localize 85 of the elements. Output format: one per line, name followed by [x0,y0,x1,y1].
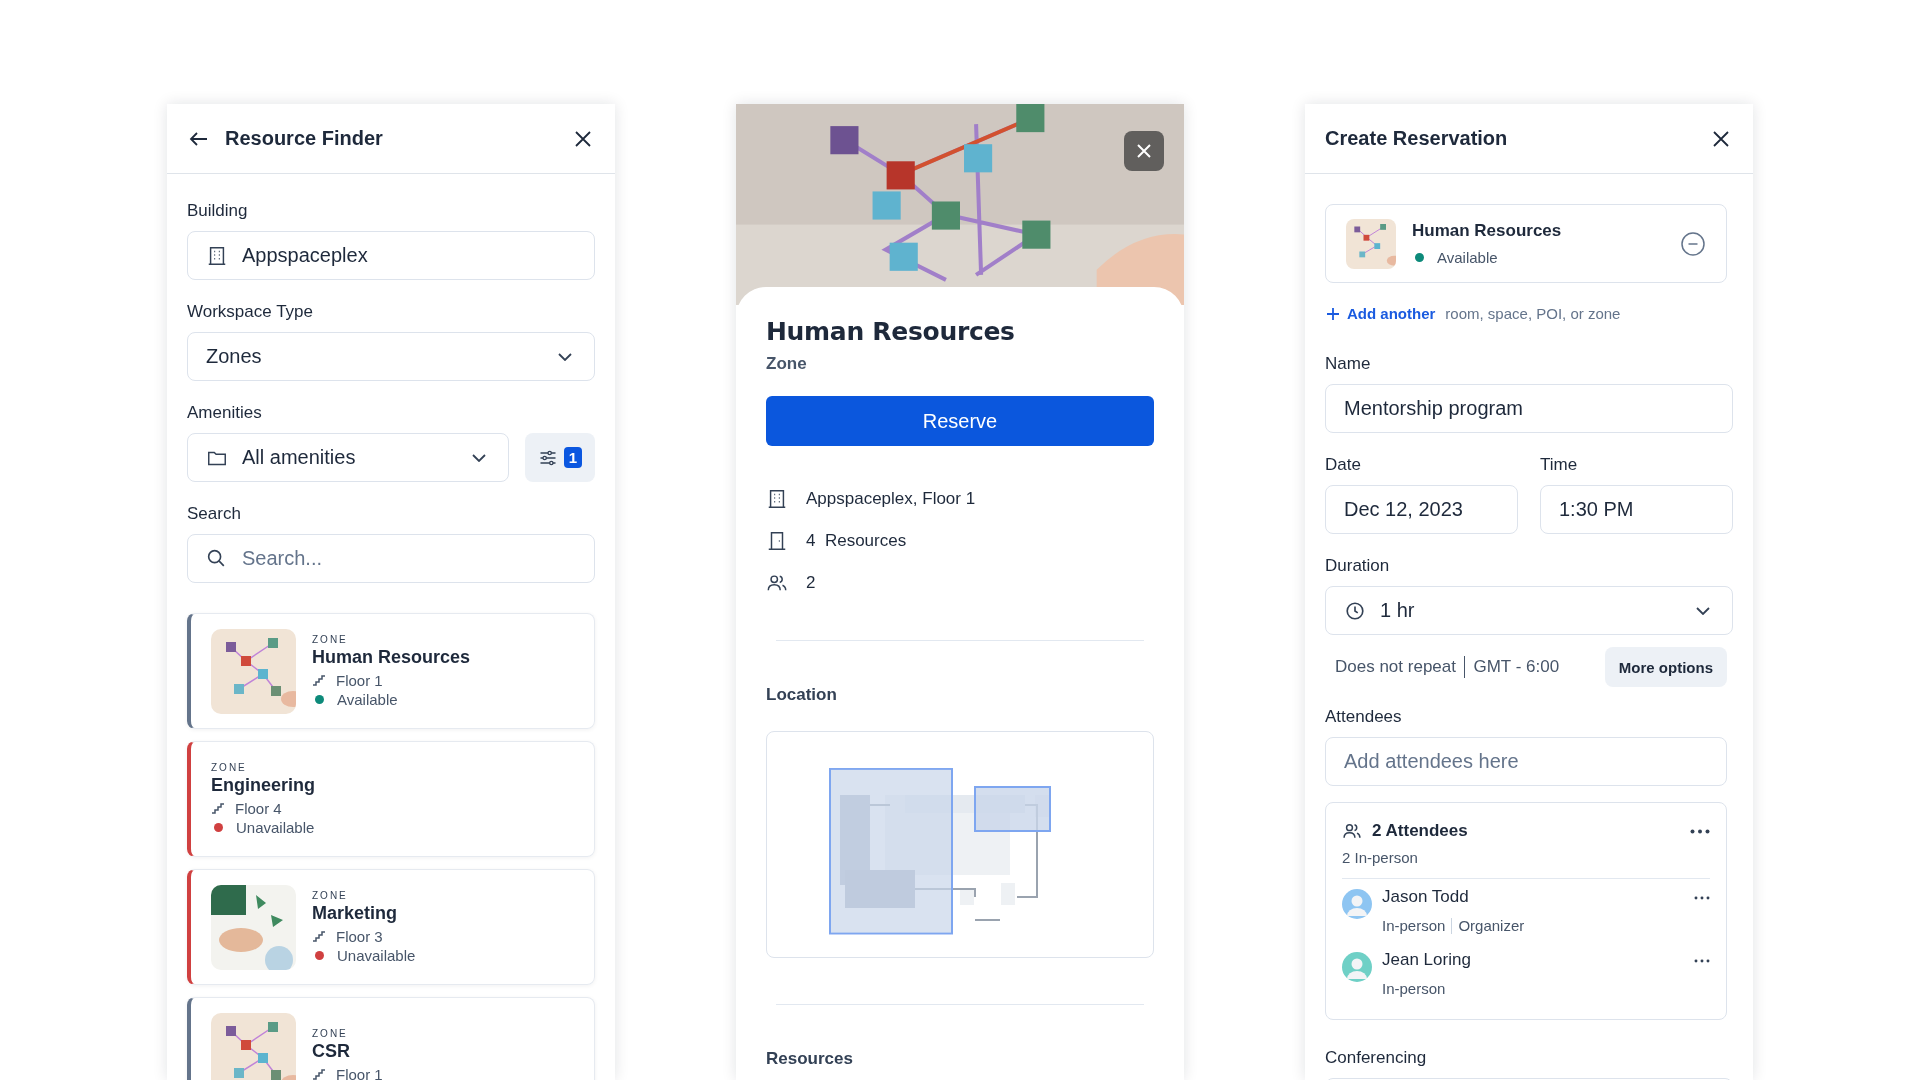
resource-type-label: ZONE [312,890,349,901]
attendee-name: Jean Loring [1382,950,1472,970]
field-label: Attendees [1325,707,1402,727]
result-card[interactable]: ZONE Human Resources Floor 1 Available [187,613,595,729]
info-text: Appspaceplex, Floor 1 [806,489,976,509]
close-button[interactable] [1124,131,1164,171]
stairs-icon [312,1068,326,1080]
stairs-icon [312,675,326,686]
search-icon [205,547,227,569]
avatar [1342,889,1372,919]
field-label: Time [1540,455,1578,475]
floor-text: Floor 3 [336,928,383,945]
field-label: Workspace Type [187,302,313,322]
repeat-text: Does not repeat [1335,657,1456,677]
resource-type-label: ZONE [312,634,349,645]
floor-text: Floor 1 [336,672,383,689]
result-card[interactable]: ZONE Engineering Floor 4 Unavailable [187,741,595,857]
status-text: Available [337,691,398,708]
workspace-type-dropdown[interactable]: Zones [187,332,595,381]
timezone-text: GMT - 6:00 [1473,657,1560,677]
panel-title: Resource Finder [225,127,384,150]
attendees-field[interactable]: Add attendees here [1325,737,1727,786]
people-icon [1342,821,1362,841]
filter-count-badge: 1 [563,447,583,468]
resource-type-label: ZONE [211,762,248,773]
search-field[interactable]: Search... [187,534,595,583]
field-label: Amenities [187,403,262,423]
attendee-role: In-person [1382,980,1446,997]
date-field[interactable]: Dec 12, 2023 [1325,485,1518,534]
chevron-down-icon [1696,606,1710,615]
attendee-name: Jason Todd [1382,887,1470,907]
status-text: Unavailable [236,819,315,836]
clock-icon [1344,599,1366,622]
status-text: Available [1437,249,1498,266]
building-icon [766,488,788,510]
building-field[interactable]: Appspaceplex [187,231,595,280]
status-text: Unavailable [337,947,416,964]
field-label: Conferencing [1325,1048,1427,1068]
field-label: Date [1325,455,1361,475]
avatar [1342,952,1372,982]
field-label: Duration [1325,556,1390,576]
chevron-down-icon [558,352,572,361]
reserve-button[interactable]: Reserve [766,396,1154,446]
amenities-dropdown[interactable]: All amenities [187,433,509,482]
result-card[interactable]: ZONE CSR Floor 1 [187,997,595,1080]
more-options-button[interactable]: More options [1604,647,1727,687]
more-icon[interactable] [1690,828,1710,834]
section-heading: Resources [766,1049,853,1069]
resource-name: Engineering [211,775,315,796]
stairs-icon [211,803,225,814]
chevron-down-icon [472,453,486,462]
resource-name: Marketing [312,903,399,924]
info-text: 4 Resources [806,531,907,551]
floor-text: Floor 4 [235,800,282,817]
result-card[interactable]: ZONE Marketing Floor 3 Unavailable [187,869,595,985]
attendee-role: In-person [1382,917,1446,934]
add-hint-text: room, space, POI, or zone [1445,305,1621,322]
field-label: Name [1325,354,1371,374]
more-icon[interactable] [1694,896,1710,900]
resource-name: Human Resources [312,647,471,668]
resource-name: Human Resources [1412,221,1563,241]
resource-name: CSR [312,1040,351,1062]
building-icon [206,244,228,267]
resource-type-label: Zone [766,354,807,374]
plus-icon [1325,305,1341,322]
panel-title: Create Reservation [1325,127,1509,150]
attendee-count: 2 Attendees [1372,821,1469,841]
remove-icon[interactable] [1680,230,1706,257]
field-label: Building [187,201,248,221]
add-another-link[interactable]: Add another [1325,305,1436,322]
section-heading: Location [766,685,837,705]
resource-type-label: ZONE [312,1027,349,1039]
more-icon[interactable] [1694,959,1710,963]
info-text: 2 [806,573,816,593]
attendee-breakdown: 2 In-person [1342,849,1418,866]
door-icon [766,530,788,552]
floor-text: Floor 1 [336,1065,383,1080]
duration-dropdown[interactable]: 1 hr [1325,586,1733,635]
resource-title: Human Resources [766,317,1015,346]
time-field[interactable]: 1:30 PM [1540,485,1733,534]
field-label: Search [187,504,241,524]
filter-button[interactable]: 1 [525,433,595,482]
stairs-icon [312,931,326,942]
name-field[interactable]: Mentorship program [1325,384,1733,433]
attendee-role: Organizer [1458,917,1525,934]
